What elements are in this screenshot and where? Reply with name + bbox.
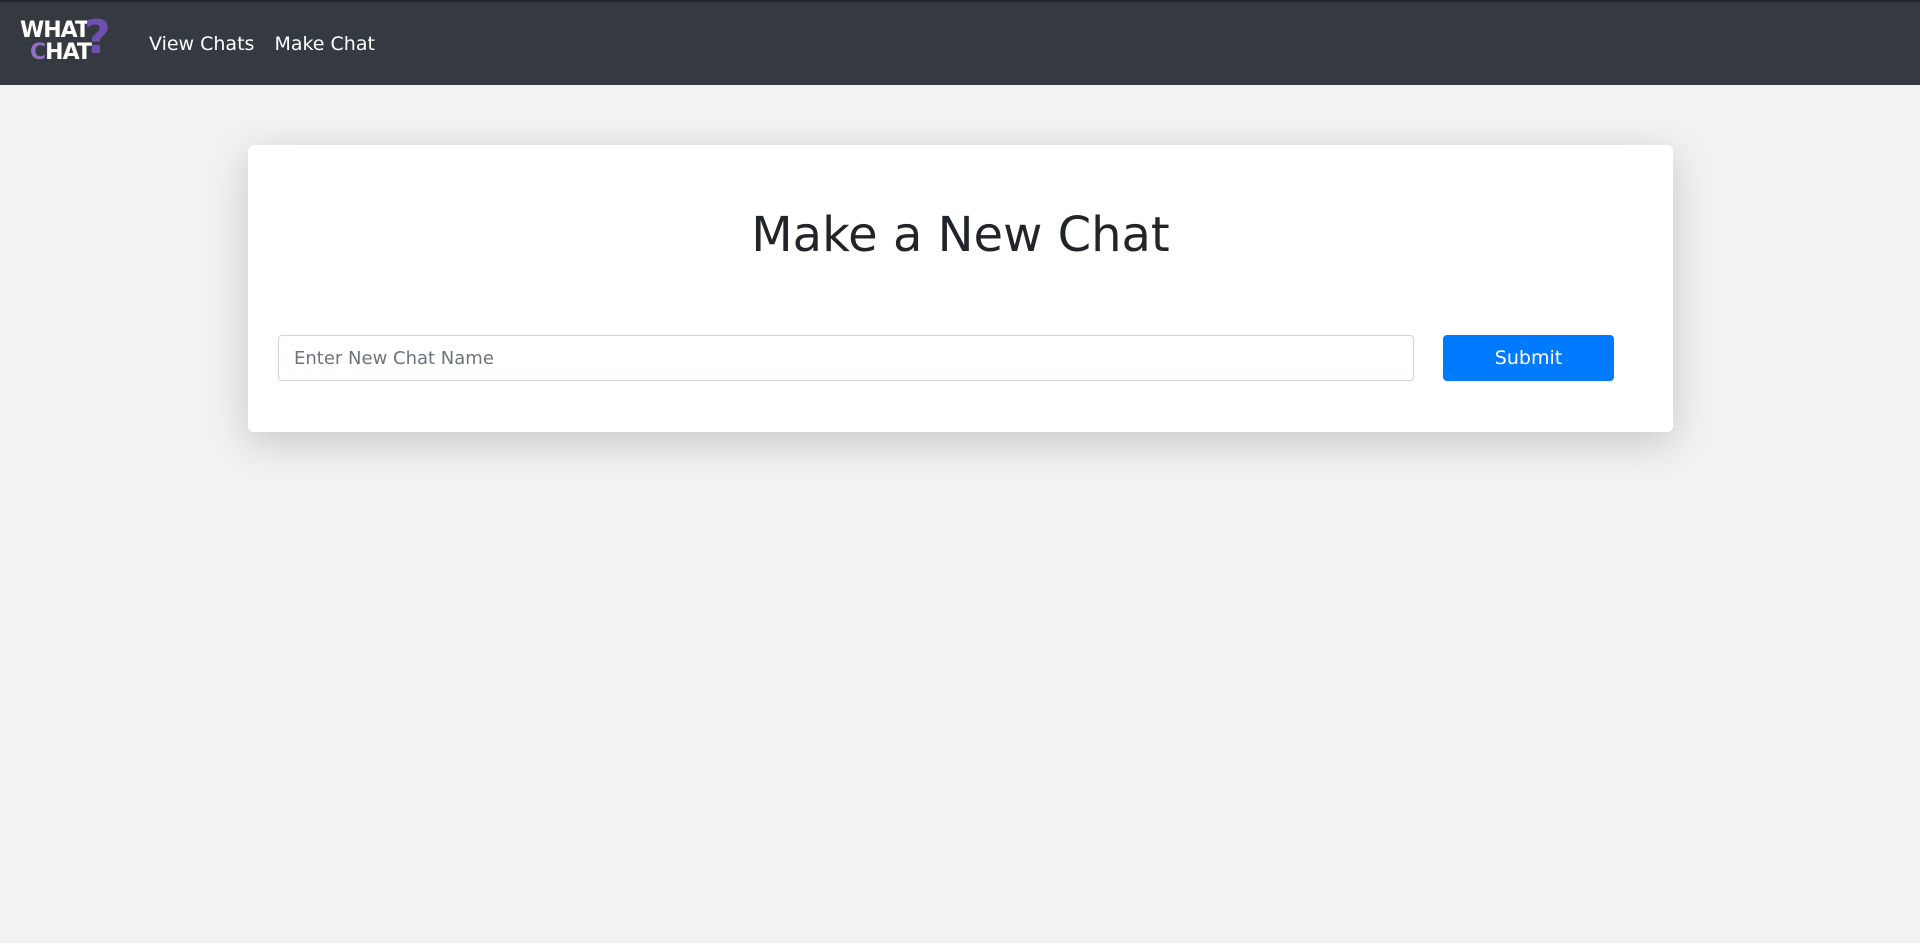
whatchat-logo[interactable]: WHAT CHAT ? [20,14,120,70]
question-mark-icon: ? [84,9,111,64]
submit-button[interactable]: Submit [1443,335,1614,381]
logo-text-chat: CHAT [30,39,92,65]
logo-text-what: WHAT [20,17,90,43]
nav-link-view-chats[interactable]: View Chats [149,33,254,55]
chat-name-input[interactable] [278,335,1414,381]
nav-links: View Chats Make Chat [149,33,375,55]
logo-text-chat-accent: C [30,39,46,65]
navbar: WHAT CHAT ? View Chats Make Chat [0,0,1920,85]
make-chat-card: Make a New Chat Submit [248,145,1673,432]
page-title: Make a New Chat [751,207,1170,263]
nav-link-make-chat[interactable]: Make Chat [274,33,375,55]
